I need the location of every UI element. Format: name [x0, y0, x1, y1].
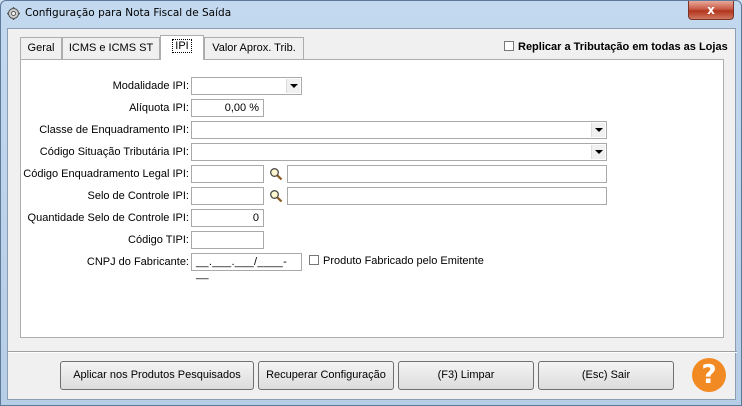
produto-fabricado-label: Produto Fabricado pelo Emitente	[323, 255, 484, 267]
tab-label: Valor Aprox. Trib.	[212, 42, 296, 54]
dialog-window: Configuração para Nota Fiscal de Saída x…	[0, 0, 742, 406]
separator	[8, 351, 737, 353]
tab-geral[interactable]: Geral	[20, 37, 62, 59]
cnpj-fabricante-input[interactable]: __.___.___/____-__	[191, 253, 302, 280]
cnpj-fabricante-label: CNPJ do Fabricante:	[86, 256, 189, 268]
replicar-checkbox[interactable]: Replicar a Tributação em todas as Lojas	[504, 41, 728, 53]
app-gear-icon	[7, 7, 20, 20]
sair-button[interactable]: (Esc) Sair	[538, 361, 674, 390]
chevron-down-icon[interactable]	[591, 123, 605, 137]
checkbox-box[interactable]	[309, 255, 319, 265]
quantidade-selo-label: Quantidade Selo de Controle IPI:	[27, 212, 189, 224]
tab-label: IPI	[172, 39, 192, 53]
codigo-situacao-label: Código Situação Tributária IPI:	[39, 146, 189, 158]
selo-controle-description	[287, 187, 607, 205]
search-icon[interactable]	[269, 167, 283, 181]
codigo-situacao-select[interactable]	[191, 143, 607, 161]
classe-enquadramento-label: Classe de Enquadramento IPI:	[39, 124, 189, 136]
tab-icms[interactable]: ICMS e ICMS ST	[62, 37, 160, 59]
quantidade-selo-input[interactable]: 0	[191, 209, 264, 227]
tab-valor-aprox[interactable]: Valor Aprox. Trib.	[204, 37, 304, 59]
aliquota-ipi-label: Alíquota IPI:	[129, 102, 189, 114]
search-icon[interactable]	[269, 189, 283, 203]
help-icon[interactable]: ?	[692, 358, 726, 392]
chevron-down-icon[interactable]	[286, 79, 300, 93]
recuperar-button[interactable]: Recuperar Configuração	[258, 361, 394, 390]
codigo-enquadramento-legal-label: Código Enquadramento Legal IPI:	[23, 168, 189, 180]
chevron-down-icon[interactable]	[591, 145, 605, 159]
selo-controle-label: Selo de Controle IPI:	[87, 190, 189, 202]
produto-fabricado-checkbox[interactable]: Produto Fabricado pelo Emitente	[309, 255, 484, 267]
checkbox-box[interactable]	[504, 41, 514, 51]
aplicar-button[interactable]: Aplicar nos Produtos Pesquisados	[60, 361, 254, 390]
codigo-tipi-label: Código TIPI:	[128, 234, 189, 246]
tab-ipi[interactable]: IPI	[160, 35, 204, 60]
aliquota-ipi-input[interactable]: 0,00 %	[191, 99, 264, 117]
window-title: Configuração para Nota Fiscal de Saída	[25, 7, 232, 19]
replicar-label: Replicar a Tributação em todas as Lojas	[518, 41, 728, 53]
modalidade-ipi-label: Modalidade IPI:	[112, 80, 189, 92]
tab-label: Geral	[27, 42, 55, 54]
codigo-tipi-input[interactable]	[191, 231, 264, 249]
codigo-enquadramento-legal-description	[287, 165, 607, 183]
client-area: Geral ICMS e ICMS ST IPI Valor Aprox. Tr…	[7, 28, 737, 400]
tab-label: ICMS e ICMS ST	[68, 42, 154, 54]
codigo-enquadramento-legal-input[interactable]	[191, 165, 264, 183]
ipi-panel: Modalidade IPI: Alíquota IPI: 0,00 % Cla…	[20, 59, 724, 338]
limpar-button[interactable]: (F3) Limpar	[398, 361, 534, 390]
close-button[interactable]: x	[688, 1, 734, 20]
selo-controle-input[interactable]	[191, 187, 264, 205]
modalidade-ipi-select[interactable]	[191, 77, 302, 95]
title-bar[interactable]: Configuração para Nota Fiscal de Saída x	[1, 1, 741, 27]
classe-enquadramento-select[interactable]	[191, 121, 607, 139]
